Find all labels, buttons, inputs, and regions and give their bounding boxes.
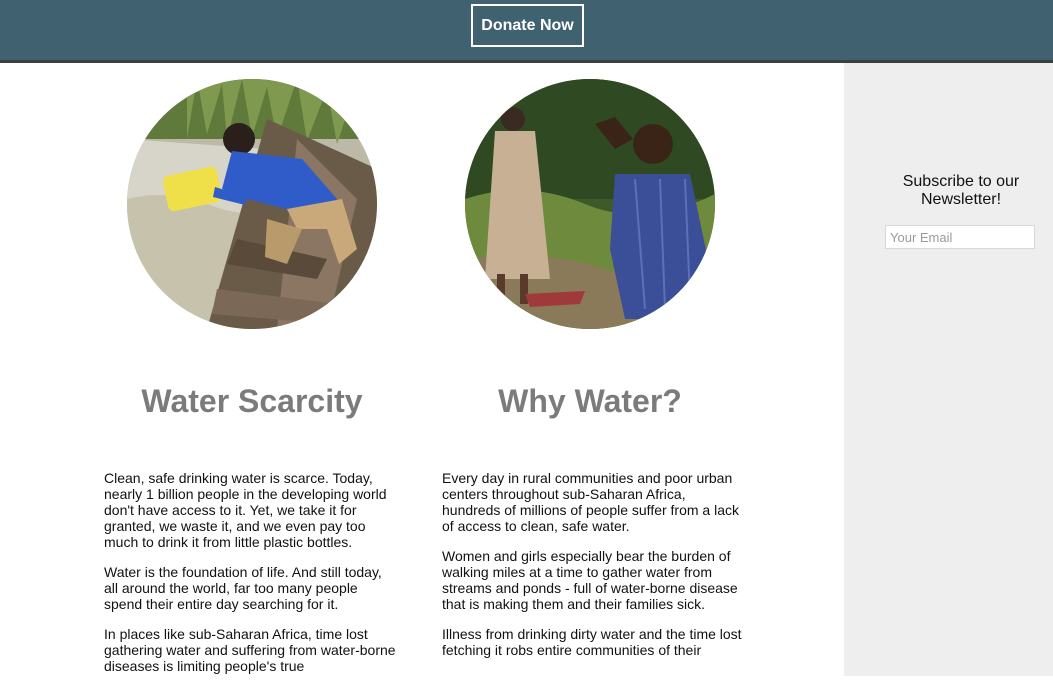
sidebar: Subscribe to our Newsletter!: [844, 63, 1053, 676]
water-scarcity-text: Clean, safe drinking water is scarce. To…: [104, 470, 396, 688]
paragraph: Illness from drinking dirty water and th…: [442, 626, 742, 658]
water-scarcity-photo: [127, 79, 377, 329]
why-water-heading: Why Water?: [498, 383, 682, 419]
email-input[interactable]: [885, 225, 1035, 249]
paragraph: Every day in rural communities and poor …: [442, 470, 740, 534]
paragraph: Women and girls especially bear the burd…: [442, 548, 738, 612]
top-bar: Donate Now: [0, 0, 1053, 63]
paragraph: Water is the foundation of life. And sti…: [104, 564, 382, 612]
why-water-text: Every day in rural communities and poor …: [442, 470, 742, 672]
water-scarcity-heading: Water Scarcity: [141, 383, 363, 419]
paragraph: Clean, safe drinking water is scarce. To…: [104, 470, 387, 550]
paragraph: In places like sub-Saharan Africa, time …: [104, 626, 396, 674]
newsletter-title: Subscribe to our Newsletter!: [902, 173, 1020, 208]
donate-button[interactable]: Donate Now: [471, 4, 584, 47]
why-water-photo: [465, 79, 715, 329]
